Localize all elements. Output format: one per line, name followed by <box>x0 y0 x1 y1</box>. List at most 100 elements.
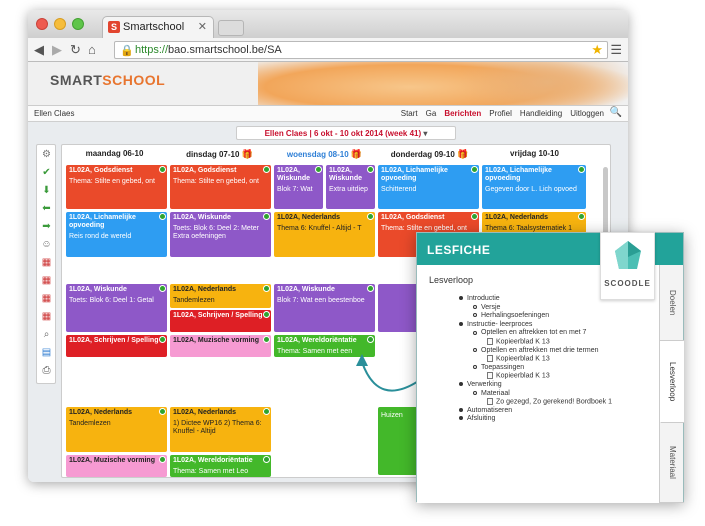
close-window-button[interactable] <box>36 18 48 30</box>
calendar-icon[interactable]: ▦ <box>40 310 53 323</box>
day-header-monday: maandag 06-10 <box>85 149 144 158</box>
lesson-card[interactable]: 1L02A, Muzische vorming <box>170 335 271 357</box>
add-icon[interactable] <box>471 166 478 173</box>
calendar-icon[interactable]: ▦ <box>40 292 53 305</box>
new-tab-button[interactable] <box>218 20 244 36</box>
browser-tab[interactable]: S Smartschool ✕ <box>102 16 214 38</box>
lesson-card[interactable]: 1L02A, Wiskunde Toets: Blok 6: Deel 1: Ge… <box>66 284 167 332</box>
add-icon[interactable] <box>159 456 166 463</box>
lesson-card[interactable]: 1L02A, Schrijven / Spelling <box>66 335 167 357</box>
add-icon[interactable] <box>471 213 478 220</box>
tab-title: Smartschool <box>123 21 185 33</box>
chevron-down-icon[interactable]: ▾ <box>423 129 427 138</box>
lesson-card[interactable]: 1L02A, Wereldoriëntatie Thema: Samen met … <box>170 455 271 477</box>
lesson-card[interactable]: 1L02A, Wiskunde Toets: Blok 6: Deel 2: Me… <box>170 212 271 257</box>
lesson-card[interactable]: 1L02A, Nederlands Tandemlezen <box>66 407 167 452</box>
nav-profiel[interactable]: Profiel <box>489 109 512 118</box>
add-icon[interactable] <box>263 285 270 292</box>
lesfiche-section-title: Lesverloop <box>429 275 474 285</box>
printer-icon[interactable]: ⎙ <box>40 364 53 377</box>
add-icon[interactable] <box>159 336 166 343</box>
document-icon <box>487 337 493 345</box>
add-icon[interactable] <box>578 166 585 173</box>
user-name[interactable]: Ellen Claes <box>34 109 74 118</box>
top-menu-bar: Ellen Claes Start Ga Berichten Profiel H… <box>28 106 628 122</box>
lesson-card[interactable]: 1L02A, Nederlands Tandemlezen <box>170 284 271 308</box>
nav-uitloggen[interactable]: Uitloggen <box>570 109 604 118</box>
add-icon[interactable] <box>159 408 166 415</box>
calendar-icon[interactable]: ▦ <box>40 274 53 287</box>
add-icon[interactable] <box>315 166 322 173</box>
lesson-card[interactable]: 1L02A, Muzische vorming <box>66 455 167 477</box>
add-icon[interactable] <box>263 213 270 220</box>
bullet-icon <box>459 296 463 301</box>
lesson-card[interactable]: 1L02A, Godsdienst Thema: Stilte en gebed,… <box>170 165 271 209</box>
nav-ga[interactable]: Ga <box>426 109 437 118</box>
week-selector[interactable]: Ellen Claes | 6 okt - 10 okt 2014 (week … <box>236 126 456 140</box>
bookmark-star-icon[interactable]: ★ <box>591 42 603 58</box>
lesson-outline: Introductie Versje Herhalingsoefeningen Ins… <box>429 295 661 424</box>
favicon-icon: S <box>108 21 120 33</box>
nav-start[interactable]: Start <box>401 109 418 118</box>
add-icon[interactable] <box>367 213 374 220</box>
outline-item: Automatiseren <box>429 407 661 416</box>
search-icon[interactable]: ⌕ <box>40 328 53 341</box>
add-icon[interactable] <box>578 213 585 220</box>
gear-icon[interactable]: ⚙ <box>40 148 53 161</box>
add-icon[interactable] <box>159 213 166 220</box>
lesson-card[interactable]: 1L02A, Wiskunde Blok 7: Wat <box>274 165 323 209</box>
arrow-left-icon[interactable]: ⬅ <box>40 202 53 215</box>
add-icon[interactable] <box>263 311 270 318</box>
url-scheme: https:// <box>135 44 169 56</box>
address-bar[interactable]: 🔒 https://bao.smartschool.be/SA ★ <box>114 41 608 59</box>
check-icon[interactable]: ✔ <box>40 166 53 179</box>
smartschool-logo[interactable]: SMARTSCHOOL <box>50 72 165 88</box>
outline-item-text: Optellen en aftrekken met drie termen <box>481 346 599 354</box>
arrow-right-icon[interactable]: ➡ <box>40 220 53 233</box>
home-icon[interactable]: ⌂ <box>88 42 96 57</box>
nav-berichten[interactable]: Berichten <box>444 109 481 118</box>
add-icon[interactable] <box>367 285 374 292</box>
outline-item-text: Kopieerblad K 13 <box>496 372 550 380</box>
add-icon[interactable] <box>263 408 270 415</box>
lesson-card[interactable]: 1L02A, Lichamelijke opvoeding Reis rond d… <box>66 212 167 257</box>
back-icon[interactable]: ◀ <box>34 42 44 58</box>
zoom-window-button[interactable] <box>72 18 84 30</box>
forward-icon[interactable]: ▶ <box>52 42 62 58</box>
tab-materiaal[interactable]: Materiaal <box>660 423 684 503</box>
outline-item-text: Versje <box>481 303 501 311</box>
outline-item[interactable]: Kopieerblad K 13 <box>429 355 661 364</box>
minimize-window-button[interactable] <box>54 18 66 30</box>
lesson-card[interactable]: 1L02A, Schrijven / Spelling <box>170 310 271 332</box>
add-icon[interactable] <box>263 336 270 343</box>
reload-icon[interactable]: ↻ <box>70 42 81 58</box>
banner-decoration-2 <box>458 62 628 105</box>
outline-item[interactable]: Kopieerblad K 13 <box>429 337 661 347</box>
search-icon[interactable]: 🔍 <box>610 107 622 118</box>
circle-bullet-icon <box>473 304 477 309</box>
outline-item-text: Herhalingsoefeningen <box>481 312 550 320</box>
tab-lesverloop[interactable]: Lesverloop <box>660 341 684 423</box>
add-icon[interactable] <box>367 166 374 173</box>
arrow-down-icon[interactable]: ⬇ <box>40 184 53 197</box>
add-icon[interactable] <box>159 166 166 173</box>
user-icon[interactable]: ☺ <box>40 238 53 251</box>
chart-icon[interactable]: ▤ <box>40 346 53 359</box>
nav-handleiding[interactable]: Handleiding <box>520 109 562 118</box>
close-tab-icon[interactable]: ✕ <box>198 20 207 33</box>
outline-item[interactable]: Zo gezegd, Zo gerekend! Bordboek 1 <box>429 398 661 407</box>
outline-item[interactable]: Kopieerblad K 13 <box>429 372 661 381</box>
lesson-card[interactable]: 1L02A, Lichamelijke opvoeding Schitterend <box>378 165 479 209</box>
tab-doelen[interactable]: Doelen <box>660 265 684 341</box>
lesson-card[interactable]: 1L02A, Lichamelijke opvoeding Gegeven doo… <box>482 165 586 209</box>
add-icon[interactable] <box>159 285 166 292</box>
lesson-card[interactable]: 1L02A, Nederlands Thema 6: Knuffel - Alti… <box>274 212 375 257</box>
lesson-card[interactable]: 1L02A, Nederlands 1) Dictee WP16 2) Thema… <box>170 407 271 452</box>
add-icon[interactable] <box>263 166 270 173</box>
add-icon[interactable] <box>263 456 270 463</box>
calendar-icon[interactable]: ▦ <box>40 256 53 269</box>
day-header-tuesday: dinsdag 07-10 🎁 <box>186 149 253 159</box>
lesson-card[interactable]: 1L02A, Wiskunde Extra uitdiep <box>326 165 375 209</box>
menu-icon[interactable]: ☰ <box>610 42 622 58</box>
lesson-card[interactable]: 1L02A, Godsdienst Thema: Stilte en gebed,… <box>66 165 167 209</box>
